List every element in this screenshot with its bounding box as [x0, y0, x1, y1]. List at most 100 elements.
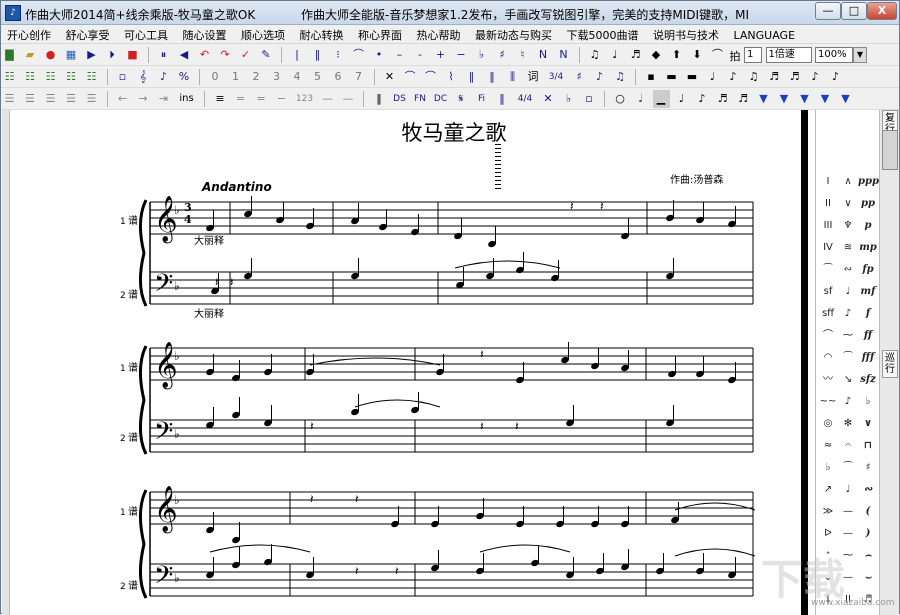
grace-icon[interactable]: ♪: [827, 68, 844, 86]
maximize-button[interactable]: □: [841, 2, 867, 20]
plus-icon[interactable]: +: [432, 46, 449, 64]
menu-item-manual[interactable]: 说明书与技术: [647, 25, 724, 44]
eighth2-icon[interactable]: ♪: [694, 90, 711, 108]
palette-symbol[interactable]: ⁓: [838, 548, 858, 564]
tuplet-icon[interactable]: ♪: [591, 68, 608, 86]
double-note-icon[interactable]: ♫: [612, 68, 629, 86]
more-down-2-icon[interactable]: ▼: [776, 90, 793, 108]
beam3-icon[interactable]: ♬: [766, 68, 783, 86]
palette-symbol[interactable]: ~~: [818, 394, 838, 410]
menu-item-settings[interactable]: 随心设置: [177, 25, 232, 44]
palette-symbol[interactable]: ◠: [818, 350, 838, 366]
palette-symbol[interactable]: II: [818, 196, 838, 212]
palette-symbol[interactable]: ⌄: [818, 570, 838, 586]
palette-symbol[interactable]: ⌒: [818, 328, 838, 344]
palette-symbol[interactable]: ✻: [838, 416, 858, 432]
palette-symbol[interactable]: ∾: [858, 482, 878, 498]
sixteenth-icon[interactable]: ♬: [714, 90, 731, 108]
digit-6[interactable]: 6: [330, 68, 347, 86]
repeat-sign-icon[interactable]: ‖: [484, 68, 501, 86]
flat-icon[interactable]: ♭: [473, 46, 490, 64]
align-3-icon[interactable]: ☰: [42, 90, 59, 108]
fn-icon[interactable]: FN: [412, 90, 429, 108]
lines-icon[interactable]: ≡: [212, 90, 229, 108]
palette-symbol[interactable]: ↘: [838, 372, 858, 388]
menu-item-enjoy[interactable]: 舒心享受: [60, 25, 115, 44]
music-icon[interactable]: ♪: [155, 68, 172, 86]
palette-symbol[interactable]: ⁀: [838, 460, 858, 476]
num-label[interactable]: 123: [294, 90, 316, 108]
palette-symbol[interactable]: ≋: [838, 240, 858, 256]
staff-tag[interactable]: 谱: [128, 505, 138, 518]
coda-icon[interactable]: Fi: [473, 90, 490, 108]
quarter-note-icon[interactable]: ♩: [607, 46, 624, 64]
palette-symbol[interactable]: ᐩ: [818, 548, 838, 564]
digit-7[interactable]: 7: [350, 68, 367, 86]
delete-icon[interactable]: ✕: [381, 68, 398, 86]
score-canvas[interactable]: 牧马童之歌 作曲:汤普森 Andantino 𝄞 𝄢 ♭ ♭ 𝄞 𝄢 ♭ ♭ 𝄞 𝄢 ♭ ♭ 𝄽 𝄽 𝄽 𝄽 𝄽…: [10, 110, 801, 615]
triple-bar-icon[interactable]: ⫼: [504, 68, 521, 86]
palette-symbol[interactable]: fp: [858, 262, 878, 278]
flat2-icon[interactable]: ♭: [560, 90, 577, 108]
menu-item-interface[interactable]: 称心界面: [352, 25, 407, 44]
close-button[interactable]: X: [867, 2, 897, 20]
dash2-icon[interactable]: —: [319, 90, 336, 108]
play-icon[interactable]: ▶: [83, 46, 100, 64]
digit-0[interactable]: 0: [207, 68, 224, 86]
sharp-icon[interactable]: ♯: [494, 46, 511, 64]
bar3-icon[interactable]: ‖: [494, 90, 511, 108]
staff-tag[interactable]: 谱: [128, 431, 138, 444]
ci-label[interactable]: 词: [525, 68, 542, 86]
align-4-icon[interactable]: ☰: [63, 90, 80, 108]
tenuto-icon[interactable]: ‐: [412, 46, 429, 64]
more-down-3-icon[interactable]: ▼: [796, 90, 813, 108]
palette-symbol[interactable]: —: [838, 504, 858, 520]
digit-5[interactable]: 5: [309, 68, 326, 86]
palette-symbol[interactable]: ⁀: [818, 262, 838, 278]
down-arrow-icon[interactable]: ⬇: [689, 46, 706, 64]
palette-symbol[interactable]: I: [818, 174, 838, 190]
layout-4-icon[interactable]: ☷: [63, 68, 80, 86]
sidetab-down[interactable]: 巡行: [882, 350, 898, 378]
palette-symbol[interactable]: ♭: [818, 460, 838, 476]
menu-item-news[interactable]: 最新动态与购买: [469, 25, 557, 44]
palette-symbol[interactable]: pp: [858, 196, 878, 212]
ratio-label[interactable]: 3/4: [545, 68, 567, 86]
digit-1[interactable]: 1: [227, 68, 244, 86]
staff-tag[interactable]: 谱: [128, 288, 138, 301]
palette-symbol[interactable]: ppp: [858, 174, 879, 190]
palette-symbol[interactable]: ⁀: [838, 350, 858, 366]
minus-icon[interactable]: −: [453, 46, 470, 64]
palette-symbol[interactable]: (: [858, 504, 878, 520]
palette-symbol[interactable]: ∧: [838, 174, 858, 190]
chevron-down-icon[interactable]: ▼: [853, 47, 867, 63]
palette-symbol[interactable]: ↗: [818, 482, 838, 498]
palette-symbol[interactable]: sf: [818, 284, 838, 300]
layout-1-icon[interactable]: ☷: [1, 68, 18, 86]
palette-symbol[interactable]: f: [858, 306, 878, 322]
thirtysecond-icon[interactable]: ♬: [735, 90, 752, 108]
flag-icon[interactable]: ♪: [807, 68, 824, 86]
prev-icon[interactable]: ◀: [176, 46, 193, 64]
tie-icon[interactable]: ⌒: [402, 68, 419, 86]
square-icon[interactable]: ▫: [114, 68, 131, 86]
layout-5-icon[interactable]: ☷: [83, 68, 100, 86]
menu-item-convert[interactable]: 耐心转换: [294, 25, 349, 44]
play-from-icon[interactable]: ⏵: [104, 46, 121, 64]
eighth-icon[interactable]: ♪: [725, 68, 742, 86]
ratio2-label[interactable]: 4/4: [514, 90, 536, 108]
tie2-icon[interactable]: ⌒: [422, 68, 439, 86]
palette-symbol[interactable]: mf: [858, 284, 878, 300]
palette-symbol[interactable]: ♪: [838, 394, 858, 410]
align-2-icon[interactable]: ☰: [22, 90, 39, 108]
dot-note-icon[interactable]: ▪: [643, 68, 660, 86]
palette-symbol[interactable]: ♩: [838, 482, 858, 498]
palette-symbol[interactable]: III: [818, 218, 838, 234]
rest-icon[interactable]: ▬: [663, 68, 680, 86]
more-down-1-icon[interactable]: ▼: [755, 90, 772, 108]
palette-symbol[interactable]: ∨: [838, 196, 858, 212]
treble-clef-icon[interactable]: 𝄞: [135, 68, 152, 86]
zoom-select[interactable]: 100%: [815, 47, 853, 63]
diamond-icon[interactable]: ◆: [648, 46, 665, 64]
eighth-note-icon[interactable]: ♫: [586, 46, 603, 64]
